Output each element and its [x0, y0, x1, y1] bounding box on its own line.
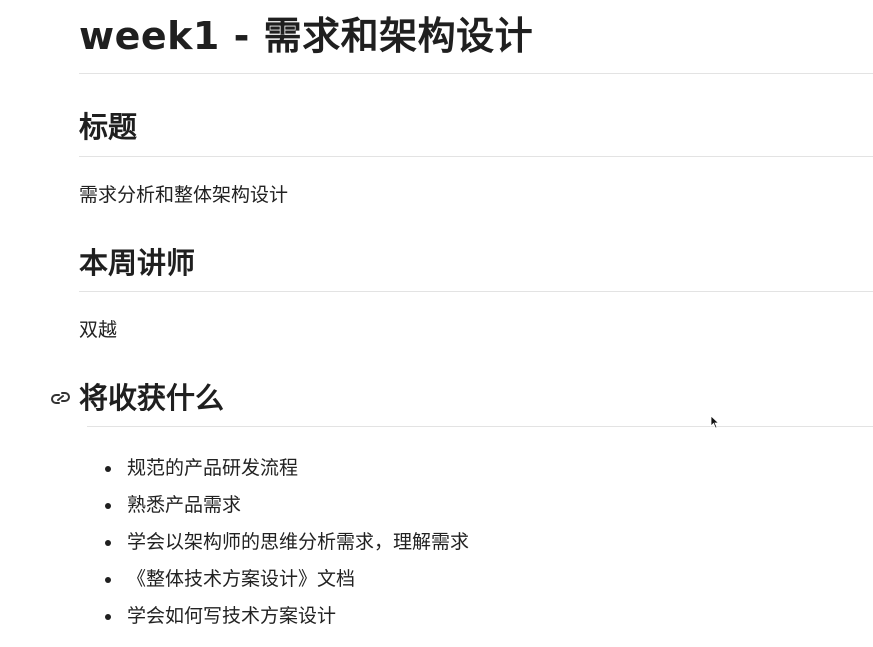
list-item: 熟悉产品需求 — [105, 487, 469, 524]
page-title: week1 - 需求和架构设计 — [79, 14, 534, 58]
title-divider — [79, 73, 873, 74]
section-heading-takeaways: 将收获什么 — [79, 381, 225, 415]
section-body-instructor: 双越 — [79, 319, 118, 341]
list-item: 《整体技术方案设计》文档 — [105, 561, 469, 598]
section-divider — [87, 426, 873, 427]
section-divider — [79, 156, 873, 157]
section-divider — [79, 291, 873, 292]
list-item: 学会以架构师的思维分析需求，理解需求 — [105, 524, 469, 561]
section-body-title: 需求分析和整体架构设计 — [79, 184, 289, 206]
link-icon[interactable] — [49, 388, 73, 408]
list-item: 学会如何写技术方案设计 — [105, 598, 469, 635]
takeaways-list: 规范的产品研发流程 熟悉产品需求 学会以架构师的思维分析需求，理解需求 《整体技… — [105, 450, 469, 635]
mouse-cursor-icon — [710, 414, 720, 429]
document: week1 - 需求和架构设计 标题 需求分析和整体架构设计 本周讲师 双越 将… — [0, 0, 873, 647]
list-item: 规范的产品研发流程 — [105, 450, 469, 487]
section-heading-instructor: 本周讲师 — [79, 246, 196, 280]
section-heading-title: 标题 — [79, 110, 138, 144]
